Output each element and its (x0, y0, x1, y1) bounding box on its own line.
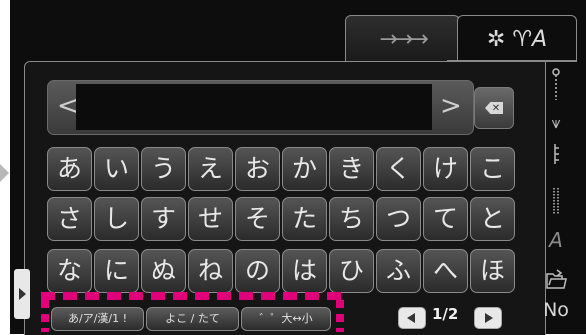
key[interactable]: そ (235, 197, 280, 241)
key[interactable]: け (423, 147, 468, 191)
key[interactable]: い (94, 147, 139, 191)
tab-decor-label: →→→ (379, 26, 428, 52)
key[interactable]: の (235, 249, 280, 293)
key[interactable]: ぬ (141, 249, 186, 293)
panel-expand-button[interactable] (14, 269, 30, 319)
key[interactable]: ひ (329, 249, 374, 293)
tab-decorative-stitch[interactable]: →→→ (345, 15, 460, 62)
key[interactable]: お (235, 147, 280, 191)
page-indicator: 1/2 (432, 305, 459, 323)
backspace-icon: ✕ (485, 102, 503, 114)
key[interactable]: こ (470, 147, 515, 191)
text-input-field[interactable]: < > (47, 80, 474, 135)
modifier-mode-button[interactable]: ゛゜大↔小 (241, 307, 331, 331)
straight-stitch-icon[interactable] (540, 142, 572, 166)
backspace-button[interactable]: ✕ (474, 87, 514, 129)
charset-mode-button[interactable]: あ/ア/漢/1 ! (51, 307, 144, 331)
left-caret-icon (0, 164, 9, 182)
key[interactable]: さ (47, 197, 92, 241)
key[interactable]: ち (329, 197, 374, 241)
panel-divider (447, 60, 577, 62)
key[interactable]: て (423, 197, 468, 241)
key[interactable]: え (188, 147, 233, 191)
stitch-icon[interactable]: ⩛ (540, 112, 572, 134)
page-prev-button[interactable] (398, 307, 426, 329)
page-next-button[interactable] (474, 307, 502, 329)
key[interactable]: に (94, 249, 139, 293)
key-row-2: さ し す せ そ た ち つ て と (47, 197, 515, 241)
key[interactable]: た (282, 197, 327, 241)
key[interactable]: な (47, 249, 92, 293)
key[interactable]: か (282, 147, 327, 191)
tab-character-stitch[interactable]: ✲ ♈A (457, 15, 577, 62)
key-row-1: あ い う え お か き く け こ (47, 147, 515, 191)
key[interactable]: あ (47, 147, 92, 191)
key[interactable]: し (94, 197, 139, 241)
dotted-stitch-icon[interactable] (540, 186, 572, 216)
key[interactable]: ふ (376, 249, 421, 293)
text-display (76, 84, 432, 130)
highlight-dashes (41, 292, 344, 300)
italic-a-icon[interactable]: A (540, 228, 572, 252)
highlight-dashes-right (336, 300, 344, 332)
highlight-dashes-left (41, 300, 49, 332)
key[interactable]: う (141, 147, 186, 191)
key[interactable]: つ (376, 197, 421, 241)
key[interactable]: と (470, 197, 515, 241)
key[interactable]: ね (188, 249, 233, 293)
key[interactable]: へ (423, 249, 468, 293)
key[interactable]: く (376, 147, 421, 191)
needle-thread-icon[interactable] (540, 68, 572, 104)
key[interactable]: す (141, 197, 186, 241)
orientation-mode-button[interactable]: よこ / たて (146, 307, 239, 331)
key[interactable]: ほ (470, 249, 515, 293)
key-row-3: な に ぬ ね の は ひ ふ へ ほ (47, 249, 515, 293)
key[interactable]: は (282, 249, 327, 293)
folder-open-icon[interactable] (540, 268, 572, 294)
no-icon[interactable]: No (540, 299, 572, 321)
key[interactable]: せ (188, 197, 233, 241)
tab-alpha-label: ✲ ♈A (486, 26, 548, 52)
key[interactable]: き (329, 147, 374, 191)
cursor-right-button[interactable]: > (440, 91, 462, 121)
